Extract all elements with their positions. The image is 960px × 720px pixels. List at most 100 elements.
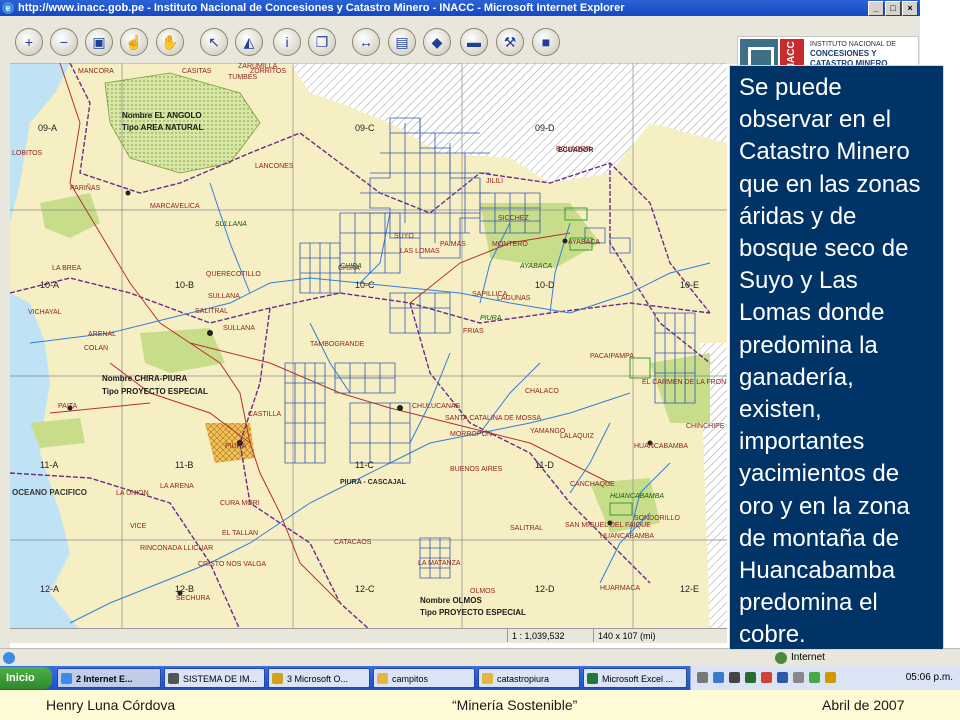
zoom-out-icon: −: [59, 34, 69, 50]
maximize-button[interactable]: □: [885, 1, 901, 16]
taskbar-item-label: SISTEMA DE IM...: [183, 674, 258, 684]
slide-footer: Henry Luna Córdova “Minería Sostenible” …: [0, 690, 960, 720]
place-label: CASTILLA: [248, 411, 282, 418]
print-button[interactable]: ▬: [460, 28, 488, 56]
place-label: MONTERO: [492, 241, 528, 248]
help-book-icon: ■: [541, 34, 551, 50]
start-button[interactable]: Inicio: [0, 667, 52, 689]
place-label: MANCORA: [78, 68, 114, 75]
place-label: TUMBES: [228, 74, 258, 81]
language-icon[interactable]: [777, 672, 788, 683]
internet-zone-icon: [775, 652, 787, 664]
quadrant-label: 12-C: [355, 584, 375, 594]
antivirus-icon[interactable]: [745, 672, 756, 683]
quadrant-label: 12-B: [175, 584, 195, 594]
place-label: CURA MORI: [220, 500, 260, 507]
place-label: ARENAL: [88, 331, 117, 338]
map-info-box-3-line2: Tipo PROYECTO ESPECIAL: [420, 608, 526, 617]
excel-icon: [587, 673, 598, 684]
taskbar-item-campitos[interactable]: campitos: [373, 668, 475, 688]
save-button[interactable]: ▤: [388, 28, 416, 56]
eraser-icon: ◭: [243, 34, 255, 50]
info-icon: i: [285, 34, 289, 50]
identify-hand-button[interactable]: ☝: [120, 28, 148, 56]
place-label: LA BREA: [52, 265, 82, 272]
tools-button[interactable]: ⚒: [496, 28, 524, 56]
footer-theme: “Minería Sostenible”: [452, 697, 578, 713]
annotation-text: Se puede observar en el Catastro Minero …: [739, 74, 921, 649]
window-title: http://www.inacc.gob.pe - Instituto Naci…: [18, 2, 625, 14]
layers-button[interactable]: ◆: [423, 28, 451, 56]
document-button[interactable]: ❐: [308, 28, 336, 56]
quadrant-label: 10-B: [175, 280, 195, 290]
place-label: OLMOS: [470, 588, 496, 595]
update-icon[interactable]: [825, 672, 836, 683]
security-icon[interactable]: [809, 672, 820, 683]
help-book-button[interactable]: ■: [532, 28, 560, 56]
close-button[interactable]: ×: [902, 1, 918, 16]
mail-icon[interactable]: [697, 672, 708, 683]
taskbar-clock[interactable]: 05:06 p.m.: [906, 666, 953, 690]
minimize-button[interactable]: _: [868, 1, 884, 16]
taskbar-item-label: 3 Microsoft O...: [287, 674, 349, 684]
volume-icon[interactable]: [729, 672, 740, 683]
slide-annotation-box: Se puede observar en el Catastro Minero …: [729, 65, 944, 650]
quadrant-label: 12-A: [40, 584, 60, 594]
place-label: LAS LOMAS: [400, 248, 440, 255]
pan-hand-icon: ✋: [161, 34, 179, 50]
zoom-out-button[interactable]: −: [50, 28, 78, 56]
catastro-map[interactable]: 09-A 09-C 09-D 10-A 10-B 10-C 10-D 10-E 11-A 11-B…: [10, 63, 727, 630]
taskbar-item-sistema[interactable]: SISTEMA DE IM...: [164, 668, 265, 688]
place-label: LALAQUIZ: [560, 433, 594, 440]
quadrant-label: 10-E: [680, 280, 700, 290]
info-button[interactable]: i: [273, 28, 301, 56]
full-extent-icon: ↔: [359, 34, 373, 50]
place-label: CANCHAQUE: [570, 481, 615, 488]
zoom-in-icon: +: [24, 34, 34, 50]
taskbar-item-label: 2 Internet E...: [76, 674, 133, 684]
quadrant-label: 09-D: [535, 123, 555, 133]
taskbar-item-label: catastropiura: [497, 674, 550, 684]
place-label: SICCHEZ: [498, 215, 529, 222]
quadrant-label: 10-A: [40, 280, 60, 290]
place-label: SUYO: [394, 233, 414, 240]
zoom-box-button[interactable]: ▣: [85, 28, 113, 56]
eraser-button[interactable]: ◭: [235, 28, 263, 56]
taskbar-item-catastropiura[interactable]: catastropiura: [478, 668, 580, 688]
place-label: RINCONADA LLICUAR: [140, 545, 214, 552]
inacc-name-line2: CONCESIONES Y: [810, 49, 877, 58]
select-arrow-button[interactable]: ↖: [200, 28, 228, 56]
save-icon: ▤: [395, 34, 409, 50]
place-label: LAGUNAS: [497, 295, 531, 302]
place-label: SULLANA: [223, 325, 255, 332]
place-label: HUARMACA: [600, 585, 641, 592]
select-arrow-icon: ↖: [208, 34, 220, 50]
map-info-box-3-line1: Nombre OLMOS: [420, 596, 482, 605]
place-label: FRIAS: [463, 328, 484, 335]
taskbar-item-excel[interactable]: Microsoft Excel ...: [583, 668, 687, 688]
taskbar-item-microsoft-office[interactable]: 3 Microsoft O...: [268, 668, 370, 688]
quadrant-label: 12-D: [535, 584, 555, 594]
tools-icon: ⚒: [503, 34, 517, 50]
place-label: CHINCHIPE: [686, 423, 725, 430]
map-info-box-1-line2: Tipo AREA NATURAL: [122, 123, 204, 132]
security-zone: Internet: [791, 652, 825, 663]
place-label: MORROPON: [450, 431, 492, 438]
full-extent-button[interactable]: ↔: [352, 28, 380, 56]
network-icon[interactable]: [713, 672, 724, 683]
place-label: SECHURA: [176, 595, 211, 602]
zoom-in-button[interactable]: +: [15, 28, 43, 56]
place-label: BUENOS AIRES: [450, 466, 503, 473]
windows-taskbar: Inicio 2 Internet E... SISTEMA DE IM... …: [0, 666, 960, 690]
area-label: HUANCABAMBA: [610, 493, 665, 500]
printer-icon[interactable]: [793, 672, 804, 683]
place-label: SALITRAL: [195, 308, 229, 315]
pan-hand-button[interactable]: ✋: [156, 28, 184, 56]
quadrant-label: 11-D: [535, 460, 554, 470]
alert-icon[interactable]: [761, 672, 772, 683]
footer-date: Abril de 2007: [822, 697, 905, 713]
area-label: PIURA: [480, 315, 502, 322]
quadrant-label: 12-E: [680, 584, 700, 594]
place-label: SULLANA: [208, 293, 240, 300]
taskbar-item-internet-explorer[interactable]: 2 Internet E...: [57, 668, 161, 688]
